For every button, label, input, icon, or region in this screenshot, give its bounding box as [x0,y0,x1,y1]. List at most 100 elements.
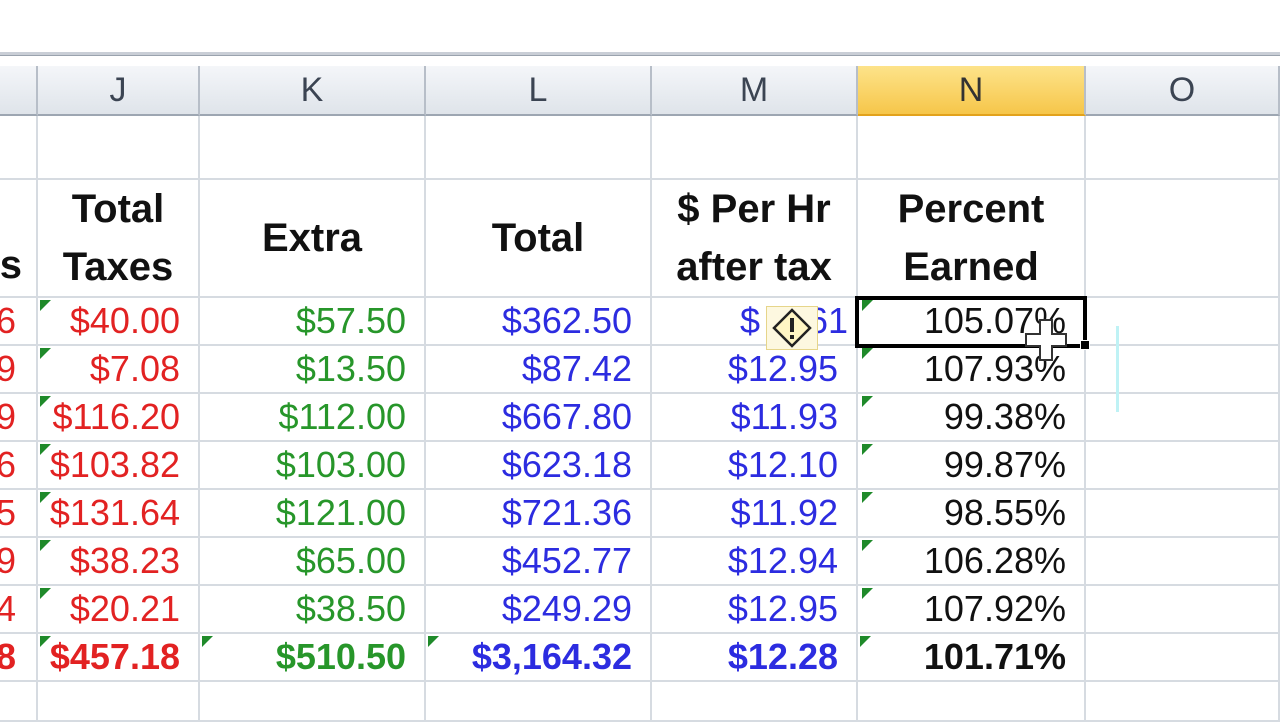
blank-cell[interactable] [38,116,200,180]
error-smart-tag-button[interactable] [766,306,818,350]
taxes-cell[interactable]: $131.64 [38,490,200,538]
partial-cell[interactable]: 6 [0,298,38,346]
blank-cell[interactable] [1086,116,1280,180]
totals-partial-cell[interactable]: 8 [0,634,38,682]
fill-handle[interactable] [1080,340,1090,350]
extra-cell[interactable]: $121.00 [200,490,426,538]
extra-cell[interactable]: $112.00 [200,394,426,442]
total-cell[interactable]: $452.77 [426,538,652,586]
blank-cell[interactable] [1086,682,1280,722]
blank-cell[interactable] [200,116,426,180]
blank-cell[interactable] [1086,538,1280,586]
column-header-partial[interactable] [0,66,38,116]
totals-extra-cell[interactable]: $510.50 [200,634,426,682]
header-cell-percent-earned[interactable]: Percent Earned [858,180,1086,298]
header-cell-total[interactable]: Total [426,180,652,298]
partial-cell[interactable]: 5 [0,490,38,538]
error-indicator-triangle [862,396,873,407]
per-hr-cell[interactable]: $12.94 [652,538,858,586]
per-hr-cell[interactable]: $11.93 [652,394,858,442]
taxes-cell[interactable]: $20.21 [38,586,200,634]
ribbon-area [0,0,1280,52]
extra-cell[interactable]: $103.00 [200,442,426,490]
error-indicator-triangle [862,348,873,359]
per-hr-cell[interactable]: $12.95 [652,586,858,634]
cross-cursor-icon [1025,319,1067,361]
header-percent-line2: Earned [903,245,1039,289]
warning-diamond-icon [772,308,812,348]
extra-cell[interactable]: $13.50 [200,346,426,394]
error-indicator-triangle [40,588,51,599]
blank-cell[interactable] [200,682,426,722]
column-header-j[interactable]: J [38,66,200,116]
column-header-m[interactable]: M [652,66,858,116]
error-indicator-triangle [862,444,873,455]
taxes-cell[interactable]: $40.00 [38,298,200,346]
total-cell[interactable]: $667.80 [426,394,652,442]
partial-cell[interactable]: 9 [0,538,38,586]
partial-cell[interactable]: 9 [0,394,38,442]
partial-cell[interactable]: 4 [0,586,38,634]
blank-cell[interactable] [1086,490,1280,538]
error-indicator-triangle [202,636,213,647]
partial-cell[interactable]: 6 [0,442,38,490]
blank-cell[interactable] [1086,634,1280,682]
percent-cell[interactable]: 98.55% [858,490,1086,538]
blank-cell[interactable] [0,116,38,180]
column-header-n[interactable]: N [858,66,1086,116]
percent-cell[interactable]: 99.87% [858,442,1086,490]
blank-cell[interactable] [858,116,1086,180]
blank-cell[interactable] [652,116,858,180]
extra-cell[interactable]: $57.50 [200,298,426,346]
percent-cell[interactable]: 99.38% [858,394,1086,442]
column-header-l[interactable]: L [426,66,652,116]
header-cell-extra[interactable]: Extra [200,180,426,298]
per-hr-cell[interactable]: $12.10 [652,442,858,490]
screen-artifact [1116,326,1119,412]
error-indicator-triangle [40,492,51,503]
blank-cell[interactable] [1086,586,1280,634]
totals-percent-cell[interactable]: 101.71% [858,634,1086,682]
header-extra-text: Extra [261,216,363,260]
total-cell[interactable]: $249.29 [426,586,652,634]
header-per-hr-line1: $ Per Hr [677,187,831,231]
error-indicator-triangle [862,588,873,599]
extra-cell[interactable]: $65.00 [200,538,426,586]
total-cell[interactable]: $87.42 [426,346,652,394]
blank-cell[interactable] [38,682,200,722]
total-cell[interactable]: $362.50 [426,298,652,346]
partial-cell[interactable]: 9 [0,346,38,394]
taxes-cell[interactable]: $38.23 [38,538,200,586]
totals-taxes-cell[interactable]: $457.18 [38,634,200,682]
header-cell-per-hr[interactable]: $ Per Hr after tax [652,180,858,298]
total-cell[interactable]: $721.36 [426,490,652,538]
column-header-k[interactable]: K [200,66,426,116]
percent-cell[interactable]: 107.92% [858,586,1086,634]
blank-cell[interactable] [858,682,1086,722]
blank-cell[interactable] [1086,180,1280,298]
error-indicator-triangle [428,636,439,647]
taxes-cell[interactable]: $7.08 [38,346,200,394]
percent-cell[interactable]: 106.28% [858,538,1086,586]
per-hr-cell[interactable]: $61 [652,298,858,346]
column-header-o[interactable]: O [1086,66,1280,116]
taxes-cell[interactable]: $103.82 [38,442,200,490]
blank-cell[interactable] [426,116,652,180]
totals-total-cell[interactable]: $3,164.32 [426,634,652,682]
blank-cell[interactable] [652,682,858,722]
total-cell[interactable]: $623.18 [426,442,652,490]
totals-per-hr-cell[interactable]: $12.28 [652,634,858,682]
header-cell-partial[interactable]: s [0,180,38,298]
error-indicator-triangle [40,444,51,455]
per-hr-cell[interactable]: $12.95 [652,346,858,394]
per-hr-dollar-sign: $ [740,300,761,341]
extra-cell[interactable]: $38.50 [200,586,426,634]
error-indicator-triangle [40,300,51,311]
taxes-cell[interactable]: $116.20 [38,394,200,442]
header-cell-total-taxes[interactable]: Total Taxes [38,180,200,298]
blank-cell[interactable] [426,682,652,722]
blank-cell[interactable] [0,682,38,722]
per-hr-cell[interactable]: $11.92 [652,490,858,538]
error-indicator-triangle [862,300,873,311]
blank-cell[interactable] [1086,442,1280,490]
